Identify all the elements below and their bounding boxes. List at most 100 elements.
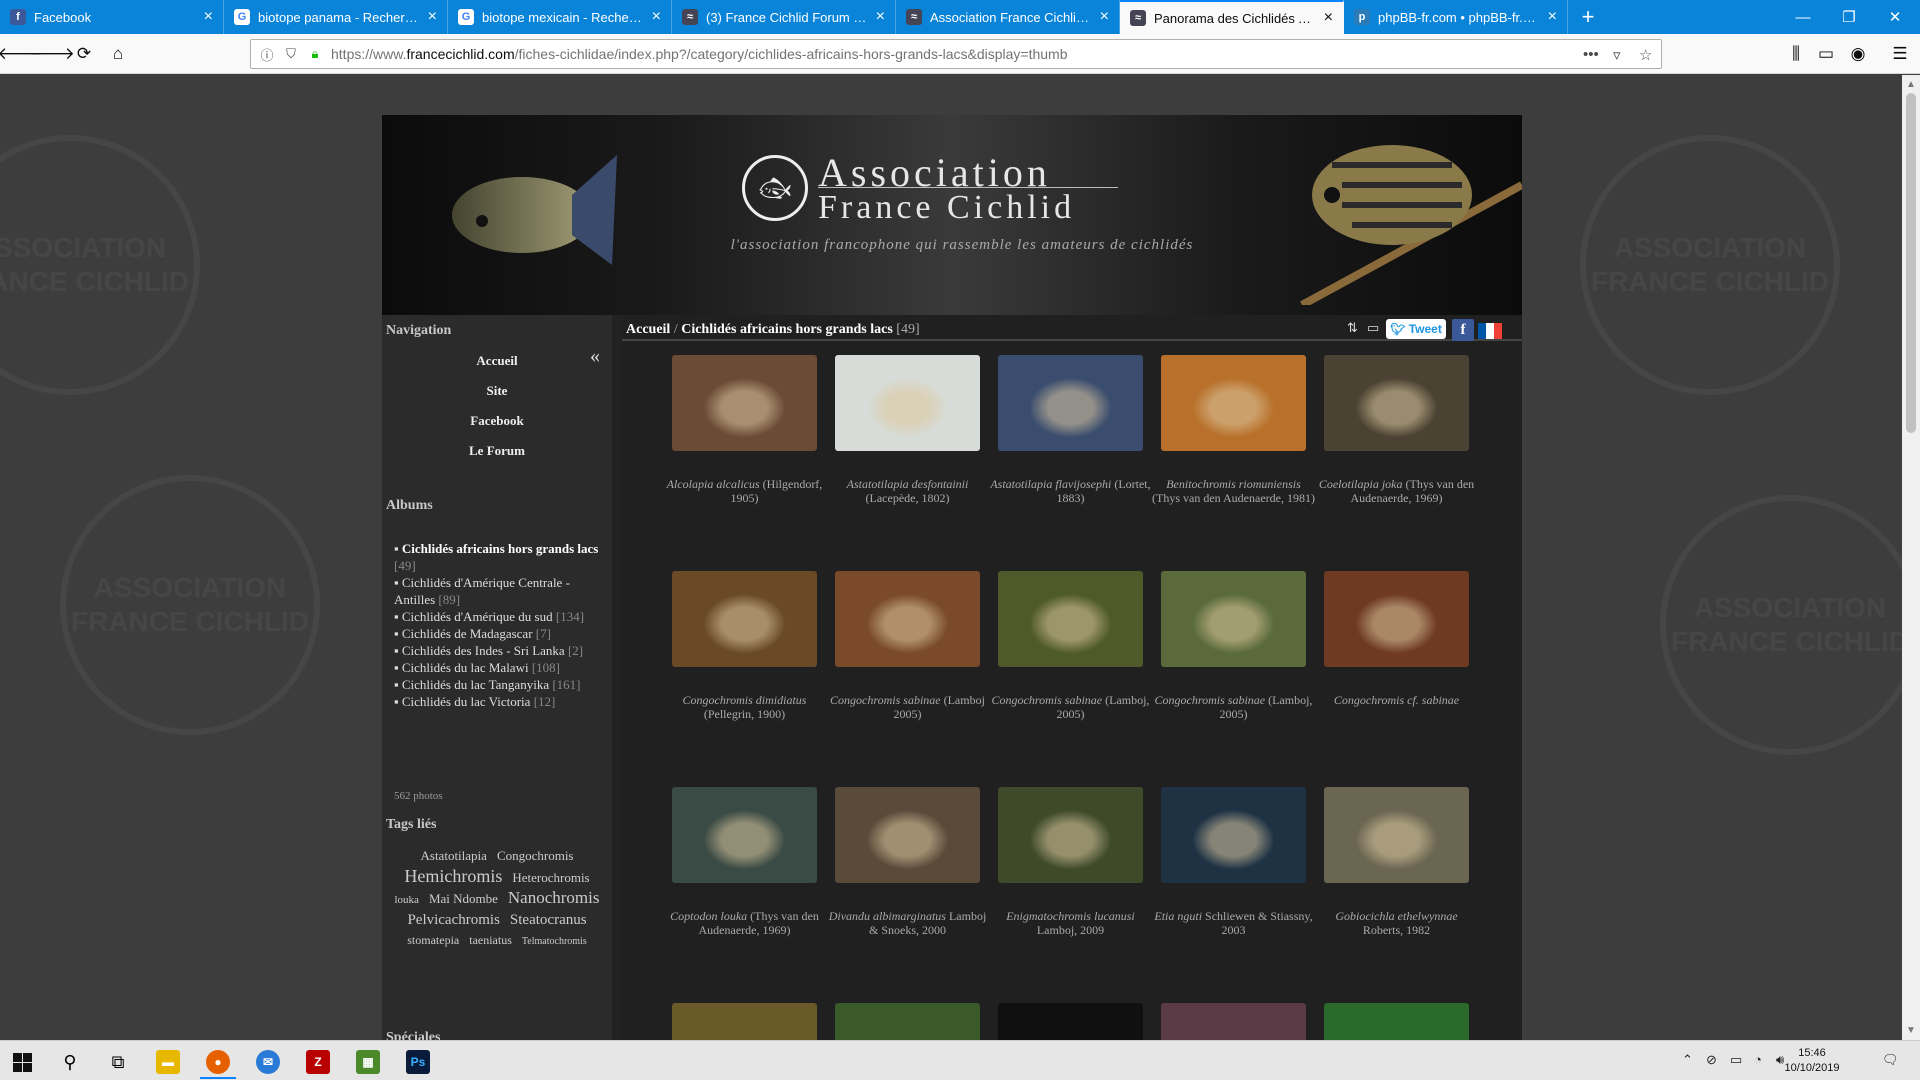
photo-caption[interactable]: Gobiocichla ethelwynnae Roberts, 1982 bbox=[1315, 909, 1478, 937]
photo-caption[interactable]: Congochromis dimidiatus (Pellegrin, 1900… bbox=[663, 693, 826, 721]
search-icon[interactable]: ⚲ bbox=[48, 1045, 92, 1079]
sidebar-icon[interactable]: ▭ bbox=[1812, 40, 1840, 68]
photo-caption[interactable]: Benitochromis riomuniensis (Thys van den… bbox=[1152, 477, 1315, 505]
breadcrumb-home[interactable]: Accueil bbox=[626, 322, 670, 337]
forward-button[interactable]: 🡒 bbox=[29, 40, 75, 68]
facebook-share-icon[interactable]: f bbox=[1452, 319, 1474, 341]
browser-tab[interactable]: Gbiotope mexicain - Recherche G × bbox=[448, 0, 672, 34]
album-item[interactable]: Cichlidés d'Amérique du sud [134] bbox=[394, 608, 606, 625]
scroll-up-arrow[interactable]: ▲ bbox=[1906, 79, 1916, 90]
display-mode-icon[interactable]: ▭ bbox=[1367, 320, 1379, 338]
page-actions-icon[interactable]: ••• bbox=[1583, 46, 1599, 63]
tag-link[interactable]: louka bbox=[394, 894, 418, 906]
home-button[interactable]: ⌂ bbox=[104, 40, 132, 68]
menu-icon[interactable]: ☰ bbox=[1886, 40, 1914, 68]
info-icon[interactable]: ⓘ bbox=[259, 45, 275, 64]
fish-photo[interactable] bbox=[1161, 1003, 1306, 1040]
album-item[interactable]: Cichlidés du lac Victoria [12] bbox=[394, 693, 606, 710]
tweet-button[interactable]: 🐦︎ Tweet bbox=[1386, 319, 1446, 339]
tag-link[interactable]: Pelvicachromis bbox=[407, 912, 499, 928]
scroll-down-arrow[interactable]: ▼ bbox=[1906, 1025, 1916, 1036]
pocket-icon[interactable]: ▿ bbox=[1613, 46, 1621, 64]
address-bar[interactable]: ⓘ ⛉ 🔒︎ https://www.francecichlid.com/fic… bbox=[250, 39, 1662, 69]
power-icon[interactable]: ▭ bbox=[1730, 1052, 1742, 1068]
tag-link[interactable]: Heterochromis bbox=[512, 870, 589, 885]
fish-photo[interactable] bbox=[672, 355, 817, 451]
photo-caption[interactable]: Astatotilapia desfontainii (Lacepède, 18… bbox=[826, 477, 989, 505]
restore-button[interactable]: ❐ bbox=[1826, 0, 1872, 34]
fish-photo[interactable] bbox=[1324, 787, 1469, 883]
photo-caption[interactable]: Alcolapia alcalicus (Hilgendorf, 1905) bbox=[663, 477, 826, 505]
url-text[interactable]: https://www.francecichlid.com/fiches-cic… bbox=[331, 46, 1068, 62]
spreadsheet-icon[interactable]: ▦ bbox=[346, 1045, 390, 1079]
notifications-icon[interactable]: 🗨︎ bbox=[1882, 1052, 1899, 1068]
album-item[interactable]: Cichlidés africains hors grands lacs [49… bbox=[394, 540, 606, 574]
new-tab-button[interactable]: + bbox=[1568, 0, 1608, 34]
nav-item-accueil[interactable]: Accueil bbox=[382, 353, 612, 369]
sort-order-icon[interactable]: ⇅ bbox=[1347, 320, 1358, 338]
photo-caption[interactable]: Coelotilapia joka (Thys van den Audenaer… bbox=[1315, 477, 1478, 505]
nav-item-site[interactable]: Site bbox=[382, 383, 612, 399]
tab-close-icon[interactable]: × bbox=[876, 8, 885, 26]
photo-caption[interactable]: Congochromis cf. sabinae bbox=[1315, 693, 1478, 707]
fish-photo[interactable] bbox=[672, 787, 817, 883]
tab-close-icon[interactable]: × bbox=[1100, 8, 1109, 26]
browser-tab[interactable]: ≈ Association France Cichlid: les × bbox=[896, 0, 1120, 34]
tag-link[interactable]: stomatepia bbox=[407, 933, 459, 947]
fish-photo[interactable] bbox=[998, 787, 1143, 883]
photo-caption[interactable]: Congochromis sabinae (Lamboj 2005) bbox=[826, 693, 989, 721]
browser-tab[interactable]: p phpBB-fr.com • phpBB-fr.com × bbox=[1344, 0, 1568, 34]
photoshop-icon[interactable]: Ps bbox=[396, 1045, 440, 1079]
tag-link[interactable]: Hemichromis bbox=[404, 866, 502, 886]
task-view-icon[interactable]: ⧉ bbox=[96, 1045, 140, 1079]
account-icon[interactable]: ◉ bbox=[1844, 40, 1872, 68]
album-item[interactable]: Cichlidés du lac Tanganyika [161] bbox=[394, 676, 606, 693]
photo-caption[interactable]: Divandu albimarginatus Lamboj & Snoeks, … bbox=[826, 909, 989, 937]
french-flag-icon[interactable] bbox=[1478, 323, 1502, 339]
fish-photo[interactable] bbox=[835, 787, 980, 883]
fish-photo[interactable] bbox=[835, 1003, 980, 1040]
tab-close-icon[interactable]: × bbox=[428, 8, 437, 26]
photo-caption[interactable]: Astatotilapia flavijosephi (Lortet, 1883… bbox=[989, 477, 1152, 505]
photo-caption[interactable]: Enigmatochromis lucanusi Lamboj, 2009 bbox=[989, 909, 1152, 937]
shield-icon[interactable]: ⛉ bbox=[283, 46, 299, 62]
lock-icon[interactable]: 🔒︎ bbox=[307, 46, 323, 62]
tag-link[interactable]: Congochromis bbox=[497, 848, 574, 863]
fish-photo[interactable] bbox=[835, 355, 980, 451]
album-item[interactable]: Cichlidés des Indes - Sri Lanka [2] bbox=[394, 642, 606, 659]
tag-link[interactable]: Astatotilapia bbox=[421, 848, 487, 863]
close-window-button[interactable]: ✕ bbox=[1872, 0, 1918, 34]
fish-photo[interactable] bbox=[835, 571, 980, 667]
fish-photo[interactable] bbox=[1161, 787, 1306, 883]
photo-caption[interactable]: Congochromis sabinae (Lamboj, 2005) bbox=[989, 693, 1152, 721]
nav-item-forum[interactable]: Le Forum bbox=[382, 443, 612, 459]
library-icon[interactable]: ⫼ bbox=[1782, 40, 1810, 68]
start-button[interactable] bbox=[0, 1045, 44, 1079]
bookmark-star-icon[interactable]: ☆ bbox=[1639, 46, 1652, 64]
fish-photo[interactable] bbox=[1161, 355, 1306, 451]
tab-close-icon[interactable]: × bbox=[1548, 8, 1557, 26]
fish-photo[interactable] bbox=[1324, 1003, 1469, 1040]
thunderbird-icon[interactable]: ✉ bbox=[246, 1045, 290, 1079]
fish-photo[interactable] bbox=[1161, 571, 1306, 667]
album-item[interactable]: Cichlidés d'Amérique Centrale - Antilles… bbox=[394, 574, 606, 608]
fish-photo[interactable] bbox=[1324, 571, 1469, 667]
filezilla-icon[interactable]: Z bbox=[296, 1045, 340, 1079]
tag-link[interactable]: Nanochromis bbox=[508, 888, 600, 907]
wifi-icon[interactable]: ◔ bbox=[1754, 1052, 1762, 1067]
fish-photo[interactable] bbox=[672, 1003, 817, 1040]
browser-tab[interactable]: ≈ (3) France Cichlid Forum - Inde × bbox=[672, 0, 896, 34]
fish-photo[interactable] bbox=[998, 571, 1143, 667]
album-item[interactable]: Cichlidés du lac Malawi [108] bbox=[394, 659, 606, 676]
site-banner[interactable]: 🐟︎ Association France Cichlid l'associat… bbox=[382, 115, 1522, 315]
breadcrumb-album[interactable]: Cichlidés africains hors grands lacs bbox=[681, 322, 893, 337]
scrollbar-thumb[interactable] bbox=[1906, 93, 1916, 433]
page-scrollbar[interactable]: ▲ ▼ bbox=[1902, 75, 1920, 1040]
photo-caption[interactable]: Etia nguti Schliewen & Stiassny, 2003 bbox=[1152, 909, 1315, 937]
file-explorer-icon[interactable]: ▬ bbox=[146, 1045, 190, 1079]
photo-caption[interactable]: Coptodon louka (Thys van den Audenaerde,… bbox=[663, 909, 826, 937]
browser-tab[interactable]: ≈ Panorama des Cichlidés AFC × bbox=[1120, 0, 1344, 34]
reload-button[interactable]: ⟳ bbox=[70, 40, 98, 68]
fish-photo[interactable] bbox=[998, 1003, 1143, 1040]
tag-link[interactable]: Steatocranus bbox=[510, 912, 587, 928]
